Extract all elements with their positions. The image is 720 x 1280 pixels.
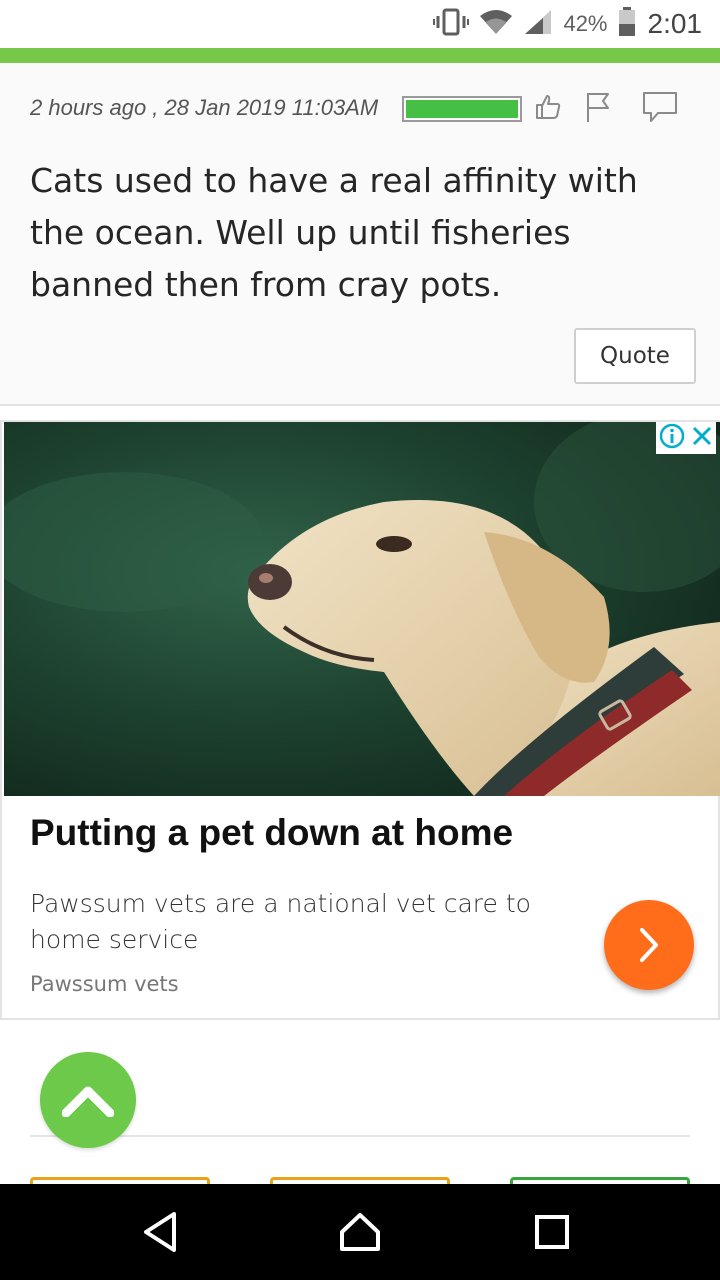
comment-rating-bar: [402, 96, 522, 122]
status-icons: 42% 2:01: [433, 0, 702, 48]
ad-cta-button[interactable]: [604, 900, 694, 990]
chevron-up-icon: [62, 1086, 114, 1117]
close-icon[interactable]: [691, 425, 713, 452]
comment-timestamp: 2 hours ago , 28 Jan 2019 11:03AM: [30, 95, 379, 120]
content-divider: [30, 1135, 690, 1137]
comment-body: Cats used to have a real affinity with t…: [30, 161, 638, 304]
recents-icon[interactable]: [502, 1184, 602, 1280]
dog-photo: [4, 422, 720, 796]
clock: 2:01: [647, 8, 703, 39]
ad-title[interactable]: Putting a pet down at home: [30, 812, 513, 854]
signal-icon: [523, 8, 553, 41]
comment-icon[interactable]: [640, 89, 680, 125]
ad-description[interactable]: Pawssum vets are a national vet care to …: [30, 886, 590, 958]
scroll-to-top-button[interactable]: [40, 1052, 136, 1148]
system-nav-bar: [0, 1184, 720, 1280]
vibrate-icon: [433, 8, 470, 41]
info-icon[interactable]: [659, 423, 685, 454]
status-bar: 42% 2:01: [0, 0, 720, 48]
ad-source[interactable]: Pawssum vets: [30, 972, 179, 996]
battery-icon: [618, 6, 636, 42]
comment-card: 2 hours ago , 28 Jan 2019 11:03AM Cats u…: [0, 63, 720, 406]
battery-percent: 42%: [563, 11, 608, 36]
back-icon[interactable]: [110, 1184, 210, 1280]
ad-card[interactable]: Putting a pet down at home Pawssum vets …: [0, 420, 720, 1020]
home-icon[interactable]: [310, 1184, 410, 1280]
chevron-right-icon: [640, 928, 658, 962]
quote-button[interactable]: Quote: [574, 328, 696, 384]
header-accent-bar: [0, 48, 720, 63]
ad-image[interactable]: [4, 422, 720, 796]
flag-icon[interactable]: [578, 89, 618, 125]
thumbs-up-icon[interactable]: [528, 89, 568, 125]
ad-choices[interactable]: [656, 422, 716, 454]
wifi-icon: [479, 8, 513, 41]
comment-rating-fill: [406, 100, 518, 118]
